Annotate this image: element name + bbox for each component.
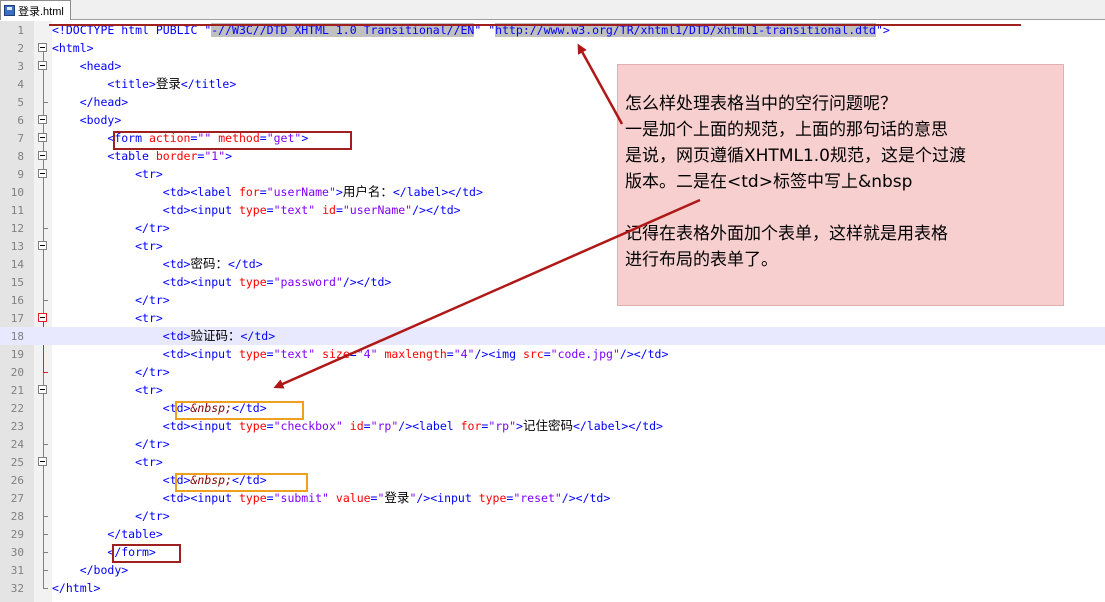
code-text: <tr> bbox=[135, 239, 163, 253]
tab-bar: 登录.html bbox=[0, 0, 1105, 20]
file-tab-label: 登录.html bbox=[18, 5, 64, 18]
code-line[interactable]: 2 <html> bbox=[0, 39, 1105, 57]
code-text: </body> bbox=[79, 563, 129, 577]
code-text: <td><label for="userName">用户名：</label></… bbox=[162, 184, 483, 200]
line-number: 9 bbox=[17, 168, 24, 181]
code-line[interactable]: 28 </tr> bbox=[0, 507, 1105, 525]
line-number: 1 bbox=[17, 24, 24, 37]
note-line: 进行布局的表单了。 bbox=[625, 250, 778, 270]
line-number: 5 bbox=[17, 96, 24, 109]
note-line: 一是加个上面的规范，上面的那句话的意思 bbox=[625, 120, 948, 140]
line-number: 21 bbox=[10, 384, 24, 397]
code-line[interactable]: 21 <tr> bbox=[0, 381, 1105, 399]
code-text: </head> bbox=[79, 95, 129, 109]
line-number: 24 bbox=[10, 438, 24, 451]
line-number: 30 bbox=[10, 546, 24, 559]
nbsp-highlight-1 bbox=[175, 401, 304, 420]
note-line: 记得在表格外面加个表单，这样就是用表格 bbox=[625, 224, 948, 244]
code-text: <td><input type="submit" value="登录"/><in… bbox=[162, 490, 611, 506]
line-number: 20 bbox=[10, 366, 24, 379]
save-disk-icon bbox=[4, 5, 15, 16]
code-text: <td><input type="checkbox" id="rp"/><lab… bbox=[162, 418, 663, 434]
code-line[interactable]: 22 <td>&nbsp;</td> bbox=[0, 399, 1105, 417]
line-number: 12 bbox=[10, 222, 24, 235]
line-number: 31 bbox=[10, 564, 24, 577]
note-line: 是说，网页遵循XHTML1.0规范，这是个过渡 bbox=[625, 146, 966, 166]
line-number: 2 bbox=[17, 42, 24, 55]
note-line: 怎么样处理表格当中的空行问题呢？ bbox=[625, 94, 897, 114]
code-line[interactable]: 17 <tr> bbox=[0, 309, 1105, 327]
code-line[interactable]: 29 </table> bbox=[0, 525, 1105, 543]
code-line[interactable]: 32 </html> bbox=[0, 579, 1105, 597]
form-open-highlight bbox=[113, 131, 352, 150]
line-number: 7 bbox=[17, 132, 24, 145]
code-line[interactable]: 26 <td>&nbsp;</td> bbox=[0, 471, 1105, 489]
code-line[interactable]: 20 </tr> bbox=[0, 363, 1105, 381]
code-text: <td><input type="password"/></td> bbox=[162, 275, 392, 289]
code-line[interactable]: 31 </body> bbox=[0, 561, 1105, 579]
line-number: 8 bbox=[17, 150, 24, 163]
line-number: 16 bbox=[10, 294, 24, 307]
nbsp-highlight-2 bbox=[175, 473, 308, 492]
line-number: 27 bbox=[10, 492, 24, 505]
line-number: 29 bbox=[10, 528, 24, 541]
code-text: <td><input type="text" id="userName"/></… bbox=[162, 203, 461, 217]
doctype-underline bbox=[49, 24, 1021, 26]
code-text: <table border="1"> bbox=[107, 149, 233, 163]
code-text: <tr> bbox=[135, 455, 163, 469]
code-text: </tr> bbox=[135, 437, 170, 451]
line-number: 22 bbox=[10, 402, 24, 415]
line-number: 6 bbox=[17, 114, 24, 127]
line-number: 18 bbox=[10, 330, 24, 343]
code-line[interactable]: 18 <td>验证码：</td> bbox=[0, 327, 1105, 345]
line-number: 11 bbox=[10, 204, 24, 217]
code-line[interactable]: 25 <tr> bbox=[0, 453, 1105, 471]
code-text: </tr> bbox=[135, 221, 170, 235]
line-number: 19 bbox=[10, 348, 24, 361]
annotation-note: 怎么样处理表格当中的空行问题呢？ 一是加个上面的规范，上面的那句话的意思 是说，… bbox=[617, 64, 1064, 306]
code-text: <tr> bbox=[135, 167, 163, 181]
form-close-highlight bbox=[112, 544, 181, 563]
line-number: 23 bbox=[10, 420, 24, 433]
code-line[interactable]: 23 <td><input type="checkbox" id="rp"/><… bbox=[0, 417, 1105, 435]
line-number: 3 bbox=[17, 60, 24, 73]
code-text: <title>登录</title> bbox=[107, 76, 237, 92]
code-text: <head> bbox=[79, 59, 122, 73]
line-number: 14 bbox=[10, 258, 24, 271]
line-number: 17 bbox=[10, 312, 24, 325]
code-text: <html> bbox=[52, 41, 94, 55]
code-text: <body> bbox=[79, 113, 122, 127]
code-text: </tr> bbox=[135, 365, 170, 379]
code-text: </html> bbox=[52, 581, 101, 595]
line-number: 28 bbox=[10, 510, 24, 523]
line-number: 25 bbox=[10, 456, 24, 469]
code-text: </table> bbox=[107, 527, 163, 541]
line-number: 4 bbox=[17, 78, 24, 91]
file-tab[interactable]: 登录.html bbox=[0, 0, 71, 20]
line-number: 26 bbox=[10, 474, 24, 487]
code-line[interactable]: 27 <td><input type="submit" value="登录"/>… bbox=[0, 489, 1105, 507]
code-line[interactable]: 24 </tr> bbox=[0, 435, 1105, 453]
line-number: 32 bbox=[10, 582, 24, 595]
code-text: <td>密码：</td> bbox=[162, 256, 263, 272]
note-line: 版本。二是在<td>标签中写上&nbsp bbox=[625, 172, 913, 192]
code-text: </tr> bbox=[135, 509, 170, 523]
line-number: 15 bbox=[10, 276, 24, 289]
code-text: <td>验证码：</td> bbox=[162, 328, 276, 344]
line-number: 10 bbox=[10, 186, 24, 199]
code-text: <tr> bbox=[135, 311, 163, 325]
code-text: <td><input type="text" size="4" maxlengt… bbox=[162, 347, 669, 361]
code-line[interactable]: 19 <td><input type="text" size="4" maxle… bbox=[0, 345, 1105, 363]
line-number: 13 bbox=[10, 240, 24, 253]
code-text: </tr> bbox=[135, 293, 170, 307]
code-text: <tr> bbox=[135, 383, 163, 397]
